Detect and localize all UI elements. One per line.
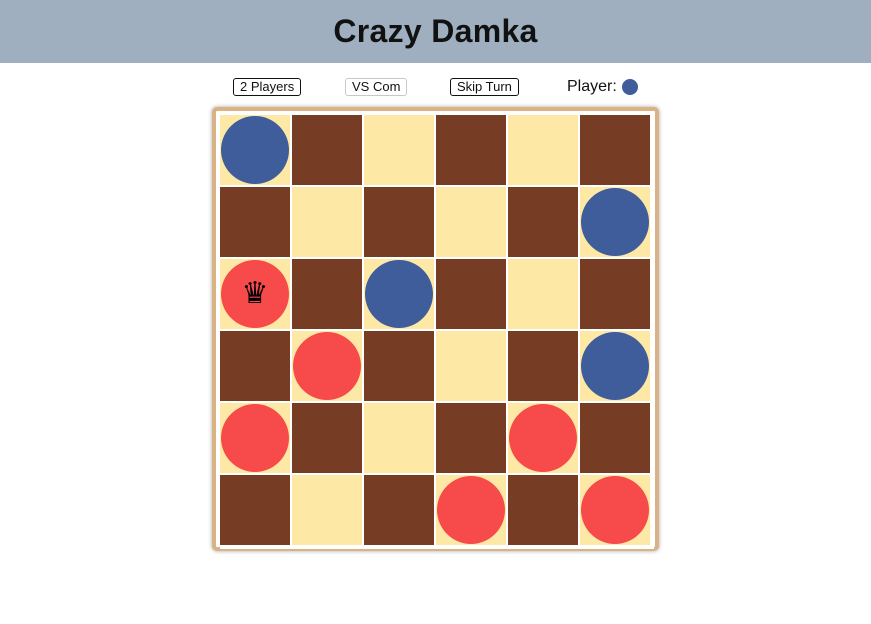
red-piece[interactable] bbox=[437, 476, 505, 544]
board-cell[interactable] bbox=[364, 187, 434, 257]
board-cell[interactable] bbox=[508, 475, 578, 545]
board-cell[interactable] bbox=[580, 403, 650, 473]
red-piece[interactable] bbox=[221, 404, 289, 472]
red-piece[interactable] bbox=[509, 404, 577, 472]
board-cell[interactable] bbox=[292, 115, 362, 185]
player-label: Player: bbox=[567, 78, 617, 95]
blue-piece[interactable] bbox=[581, 332, 649, 400]
two-players-button[interactable]: 2 Players bbox=[233, 78, 302, 96]
board-cell[interactable] bbox=[364, 403, 434, 473]
blue-piece[interactable] bbox=[221, 116, 289, 184]
board-cell[interactable] bbox=[436, 115, 506, 185]
board-cell[interactable] bbox=[364, 331, 434, 401]
board-cell[interactable] bbox=[508, 331, 578, 401]
board-cell[interactable] bbox=[220, 187, 290, 257]
app-header: Crazy Damka bbox=[0, 0, 871, 63]
board-cell[interactable] bbox=[436, 475, 506, 545]
board-cell[interactable] bbox=[436, 259, 506, 329]
skip-turn-button[interactable]: Skip Turn bbox=[450, 78, 519, 96]
board-cell[interactable] bbox=[580, 475, 650, 545]
board-cell[interactable] bbox=[220, 403, 290, 473]
board-cell[interactable] bbox=[580, 331, 650, 401]
board-cell[interactable] bbox=[364, 475, 434, 545]
board-cell[interactable] bbox=[292, 331, 362, 401]
red-king-piece[interactable]: ♛ bbox=[221, 260, 289, 328]
red-piece[interactable] bbox=[293, 332, 361, 400]
board-cell[interactable] bbox=[364, 115, 434, 185]
board-cell[interactable] bbox=[292, 403, 362, 473]
board-cell[interactable] bbox=[292, 259, 362, 329]
controls-bar: 2 Players VS Com Skip Turn Player: bbox=[0, 76, 871, 98]
board-cell[interactable] bbox=[508, 115, 578, 185]
blue-piece[interactable] bbox=[365, 260, 433, 328]
board-cell[interactable] bbox=[220, 115, 290, 185]
board-cell[interactable] bbox=[580, 115, 650, 185]
board-cell[interactable] bbox=[580, 187, 650, 257]
board-cell[interactable]: ♛ bbox=[220, 259, 290, 329]
board-cell[interactable] bbox=[220, 331, 290, 401]
board-cell[interactable] bbox=[508, 187, 578, 257]
player-indicator: Player: bbox=[567, 76, 638, 98]
blue-piece[interactable] bbox=[581, 188, 649, 256]
board-cell[interactable] bbox=[292, 475, 362, 545]
page-title: Crazy Damka bbox=[333, 13, 538, 49]
vs-com-button[interactable]: VS Com bbox=[345, 78, 408, 96]
board-cell[interactable] bbox=[220, 475, 290, 545]
game-board: ♛ bbox=[220, 115, 654, 549]
board-cell[interactable] bbox=[508, 403, 578, 473]
board-cell[interactable] bbox=[508, 259, 578, 329]
board-cell[interactable] bbox=[364, 259, 434, 329]
board-frame: ♛ bbox=[212, 107, 659, 551]
queen-crown-icon: ♛ bbox=[241, 276, 269, 311]
board-cell[interactable] bbox=[292, 187, 362, 257]
board-cell[interactable] bbox=[436, 331, 506, 401]
board-cell[interactable] bbox=[580, 259, 650, 329]
current-player-dot bbox=[621, 79, 638, 95]
board-cell[interactable] bbox=[436, 403, 506, 473]
red-piece[interactable] bbox=[581, 476, 649, 544]
board-cell[interactable] bbox=[436, 187, 506, 257]
